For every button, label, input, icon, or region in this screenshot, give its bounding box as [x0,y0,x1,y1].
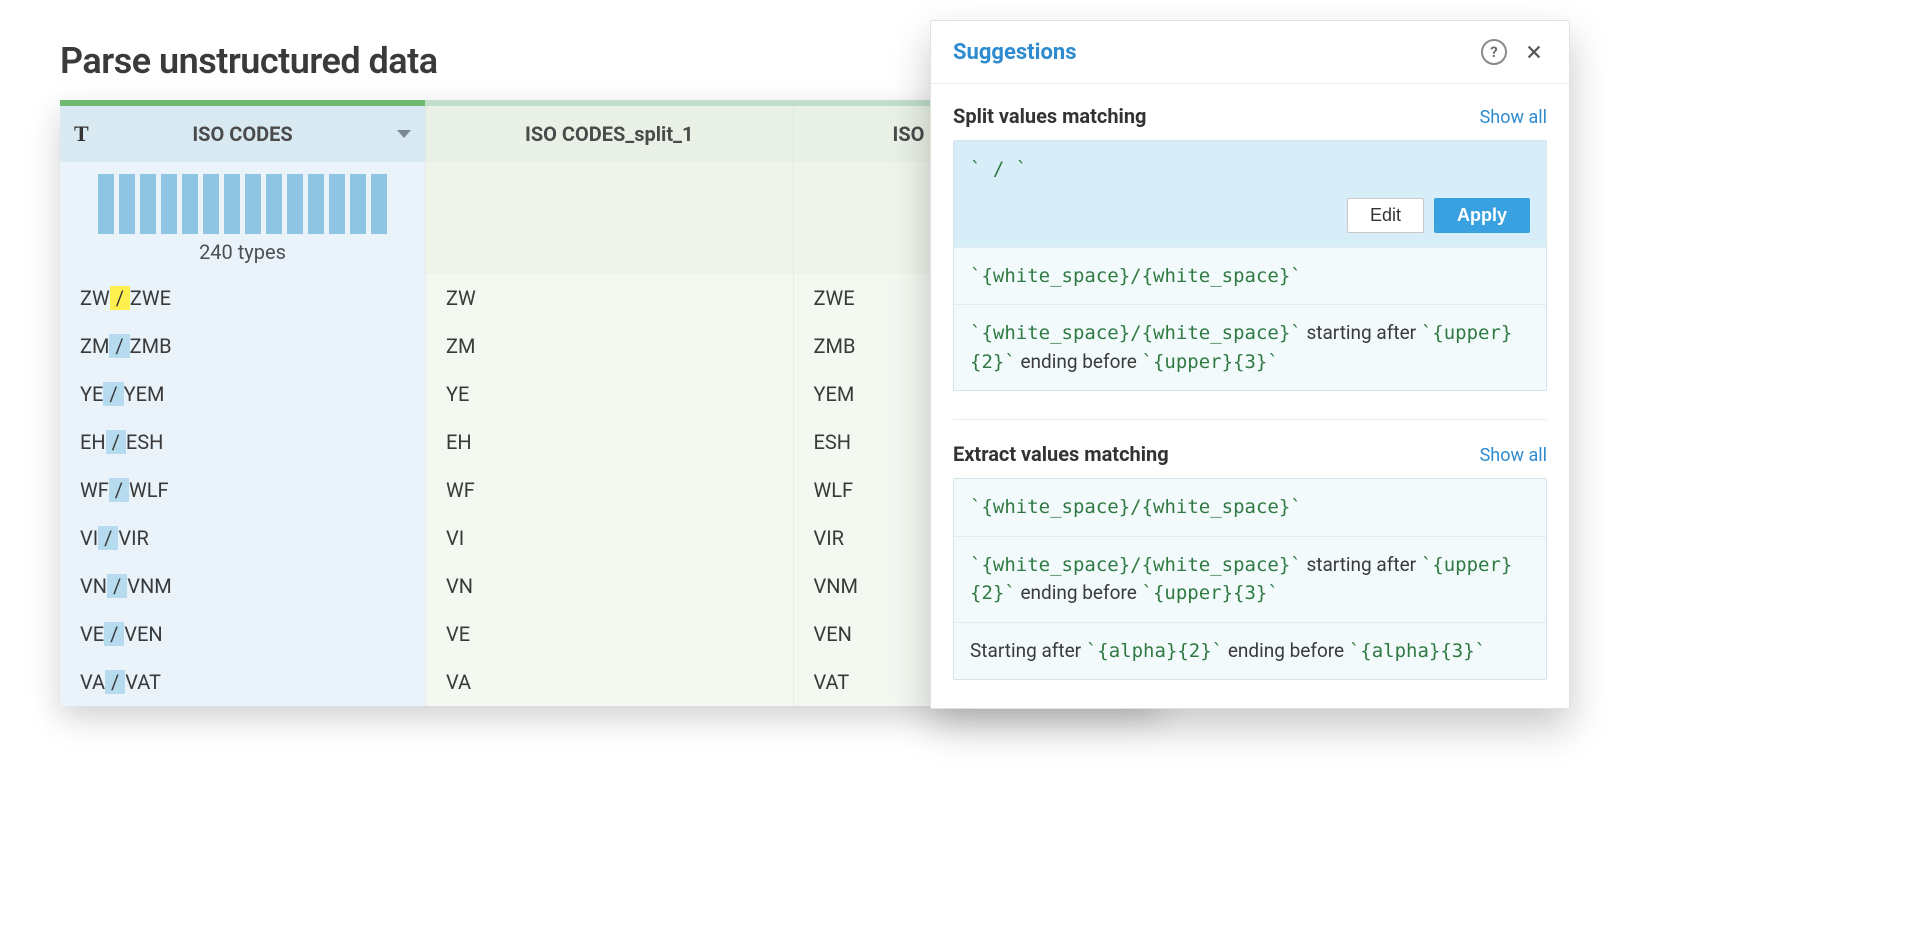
column-header-split-1[interactable]: ISO CODES_split_1 [425,106,793,162]
suggestion-item[interactable]: `{white_space}/{white_space}` starting a… [954,536,1546,622]
extract-suggestion-list: `{white_space}/{white_space}``{white_spa… [953,478,1547,680]
suggestion-item[interactable]: `{white_space}/{white_space}` starting a… [954,304,1546,390]
cell-split-1[interactable]: VI [425,514,793,562]
cell-split-1[interactable]: YE [425,370,793,418]
suggestion-item[interactable]: `{white_space}/{white_space}` [954,479,1546,536]
column-header-label: ISO CODES_split_1 [525,122,694,146]
column-header-iso-codes[interactable]: T ISO CODES [60,106,425,162]
cell-iso-codes[interactable]: VE / VEN [60,610,425,658]
cell-text: VE / VEN [80,622,163,646]
chevron-down-icon[interactable] [397,130,411,138]
help-icon[interactable]: ? [1481,39,1507,65]
match-highlight: / [105,670,125,694]
cell-iso-codes[interactable]: WF / WLF [60,466,425,514]
show-all-link[interactable]: Show all [1480,445,1547,466]
show-all-link[interactable]: Show all [1480,107,1547,128]
match-highlight: / [98,526,118,550]
match-highlight: / [110,286,130,310]
cell-split-1[interactable]: ZW [425,274,793,322]
column-distribution-empty [425,162,793,274]
cell-text: VN / VNM [80,574,172,598]
close-icon[interactable] [1521,39,1547,65]
apply-button[interactable]: Apply [1434,198,1530,233]
cell-split-1[interactable]: WF [425,466,793,514]
cell-text: VA / VAT [80,670,161,694]
cell-iso-codes[interactable]: VN / VNM [60,562,425,610]
cell-iso-codes[interactable]: VA / VAT [60,658,425,706]
split-heading: Split values matching [953,104,1146,128]
cell-split-1[interactable]: VN [425,562,793,610]
suggestions-panel: Suggestions ? Split values matching Show… [930,20,1570,709]
cell-text: ZM / ZMB [80,334,172,358]
column-header-label: ISO CODES [192,122,292,146]
match-highlight: / [107,574,127,598]
cell-split-1[interactable]: ZM [425,322,793,370]
cell-text: WF / WLF [80,478,169,502]
match-highlight: / [109,334,129,358]
cell-text: VI / VIR [80,526,149,550]
distribution-bars [98,172,387,234]
match-highlight: / [106,430,126,454]
suggestion-item[interactable]: Starting after `{alpha}{2}` ending befor… [954,622,1546,680]
suggestion-item[interactable]: `{white_space}/{white_space}` [954,247,1546,305]
edit-button[interactable]: Edit [1347,198,1424,233]
divider [953,419,1547,420]
extract-heading: Extract values matching [953,442,1169,466]
distribution-caption: 240 types [199,240,286,264]
cell-iso-codes[interactable]: EH / ESH [60,418,425,466]
cell-text: YE / YEM [80,382,164,406]
split-suggestion-list: ` / `EditApply`{white_space}/{white_spac… [953,140,1547,391]
cell-iso-codes[interactable]: ZM / ZMB [60,322,425,370]
panel-title: Suggestions [953,40,1467,65]
cell-split-1[interactable]: VA [425,658,793,706]
match-highlight: / [109,478,129,502]
match-highlight: / [103,382,123,406]
column-distribution-viz[interactable]: 240 types [60,162,425,274]
cell-text: EH / ESH [80,430,163,454]
cell-iso-codes[interactable]: YE / YEM [60,370,425,418]
cell-split-1[interactable]: VE [425,610,793,658]
match-highlight: / [104,622,124,646]
cell-iso-codes[interactable]: ZW / ZWE [60,274,425,322]
suggestion-item[interactable]: ` / `EditApply [954,141,1546,247]
text-type-icon: T [74,121,89,147]
cell-text: ZW / ZWE [80,286,171,310]
cell-iso-codes[interactable]: VI / VIR [60,514,425,562]
cell-split-1[interactable]: EH [425,418,793,466]
